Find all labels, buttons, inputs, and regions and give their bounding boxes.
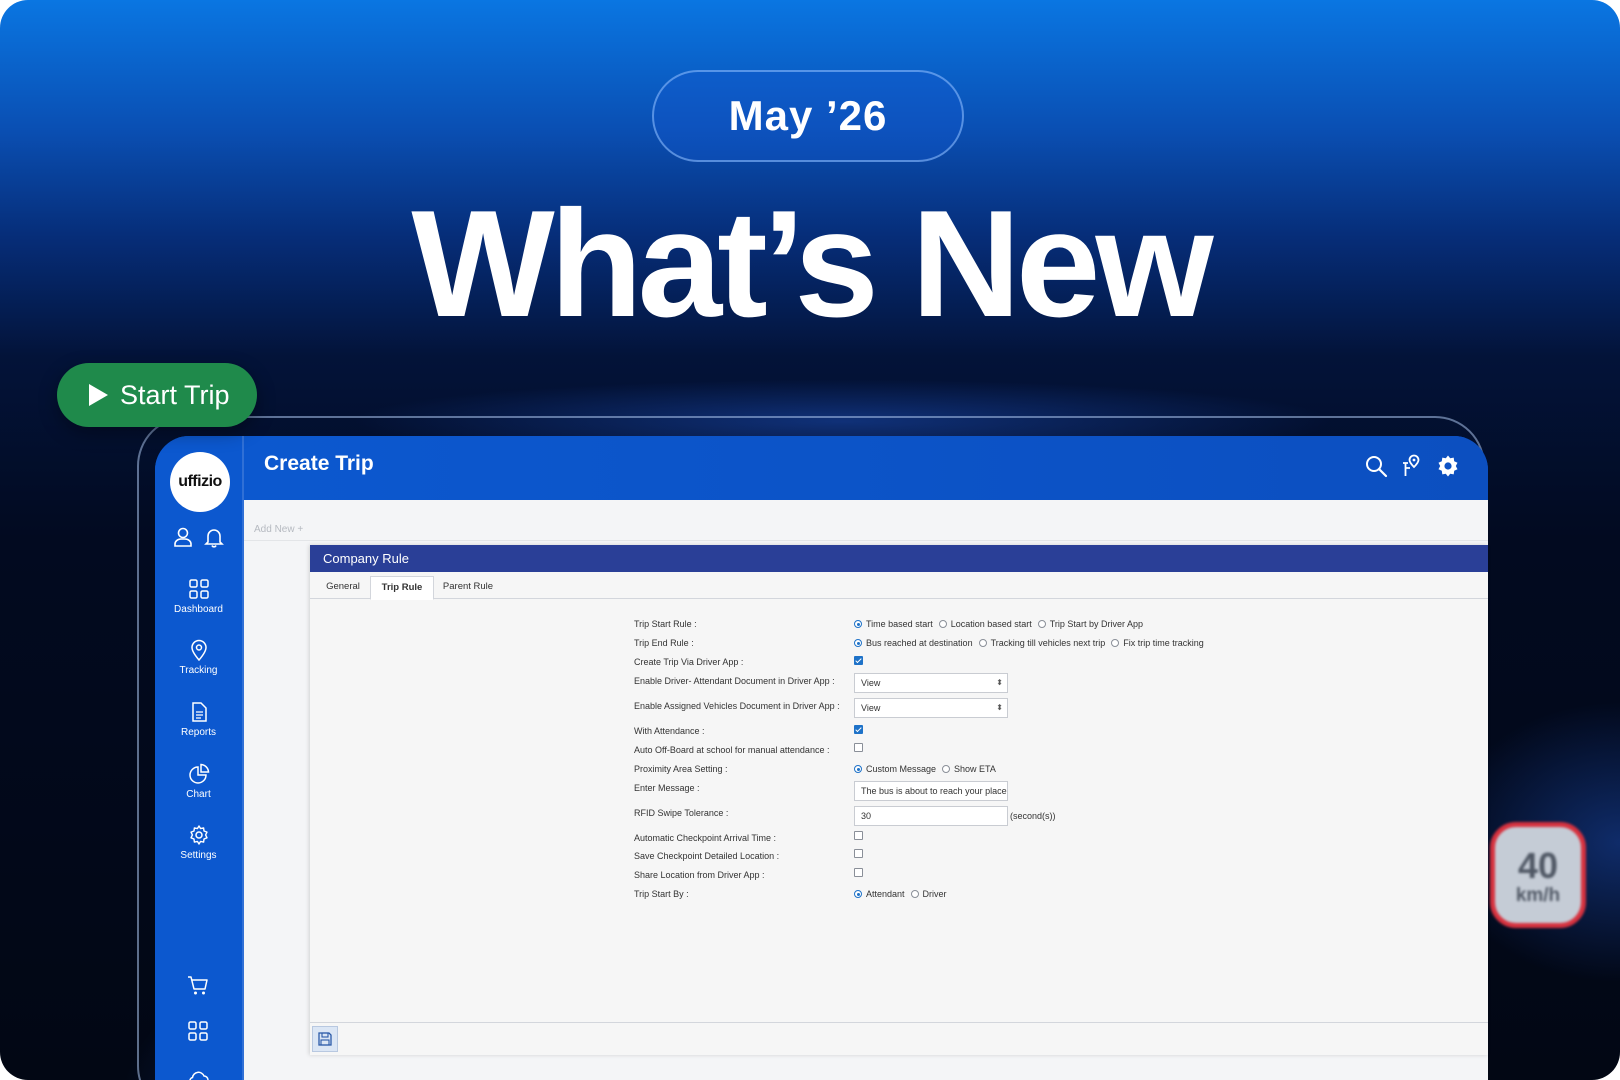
- radio-driver[interactable]: Driver: [910, 889, 947, 899]
- radio-fix-trip-time[interactable]: Fix trip time tracking: [1111, 638, 1204, 648]
- radio-attendant[interactable]: Attendant: [854, 889, 905, 899]
- auto-offboard-label: Auto Off-Board at school for manual atte…: [634, 745, 830, 755]
- trip-start-rule-label: Trip Start Rule :: [634, 619, 697, 629]
- share-location-label: Share Location from Driver App :: [634, 870, 765, 880]
- auto-offboard-checkbox[interactable]: [854, 743, 863, 752]
- radio-custom-message[interactable]: Custom Message: [854, 764, 936, 774]
- driver-attendant-doc-label: Enable Driver- Attendant Document in Dri…: [634, 676, 835, 686]
- page-title: Create Trip: [264, 452, 374, 475]
- tab-parent-rule[interactable]: Parent Rule: [436, 576, 500, 598]
- gear-icon: [189, 825, 208, 845]
- start-trip-label: Start Trip: [120, 379, 230, 410]
- save-button[interactable]: [312, 1026, 338, 1052]
- action-bar: [310, 1022, 1488, 1055]
- sidebar-item-label: Tracking: [179, 665, 218, 676]
- floppy-disk-icon: [318, 1032, 332, 1046]
- tab-trip-rule[interactable]: Trip Rule: [370, 576, 434, 600]
- assigned-vehicles-doc-label: Enable Assigned Vehicles Document in Dri…: [634, 701, 840, 711]
- sidebar-item-settings[interactable]: Settings: [155, 824, 242, 861]
- trip-end-rule-radios: Bus reached at destination Tracking till…: [854, 638, 1210, 648]
- proximity-area-label: Proximity Area Setting :: [634, 764, 728, 774]
- auto-checkpoint-label: Automatic Checkpoint Arrival Time :: [634, 833, 777, 843]
- trip-start-by-radios: Attendant Driver: [854, 889, 953, 899]
- grid-icon: [188, 579, 209, 599]
- driver-attendant-doc-select[interactable]: View: [854, 673, 1008, 693]
- search-icon[interactable]: [1364, 454, 1388, 478]
- sidebar-item-tracking[interactable]: Tracking: [155, 639, 242, 676]
- cart-icon[interactable]: [187, 974, 209, 996]
- rfid-tolerance-unit: (second(s)): [1010, 811, 1056, 821]
- headline: What’s New: [411, 179, 1213, 349]
- share-location-checkbox[interactable]: [854, 868, 863, 877]
- app-header: Create Trip: [244, 436, 1488, 500]
- save-checkpoint-checkbox[interactable]: [854, 849, 863, 858]
- radio-time-based-start[interactable]: Time based start: [854, 619, 933, 629]
- sidebar-item-label: Reports: [180, 727, 216, 738]
- app-logo[interactable]: uffizio: [170, 452, 230, 512]
- tab-bar: General Trip Rule Parent Rule: [310, 572, 1488, 600]
- trip-start-rule-radios: Time based start Location based start Tr…: [854, 619, 1149, 629]
- company-rule-panel: Company Rule General Trip Rule Parent Ru…: [310, 545, 1488, 1055]
- pie-chart-icon: [188, 763, 209, 784]
- speed-indicator: 40 km/h: [1490, 822, 1586, 928]
- start-trip-button[interactable]: Start Trip: [57, 363, 257, 427]
- play-icon: [89, 384, 108, 406]
- enter-message-label: Enter Message :: [634, 783, 700, 793]
- trip-start-by-label: Trip Start By :: [634, 889, 689, 899]
- sidebar-item-label: Dashboard: [174, 604, 223, 615]
- rfid-tolerance-label: RFID Swipe Tolerance :: [634, 808, 729, 818]
- speed-value: 40: [1517, 845, 1559, 886]
- save-checkpoint-label: Save Checkpoint Detailed Location :: [634, 851, 780, 861]
- create-trip-via-app-label: Create Trip Via Driver App :: [634, 657, 744, 667]
- proximity-area-radios: Custom Message Show ETA: [854, 764, 1002, 774]
- radio-bus-reached[interactable]: Bus reached at destination: [854, 638, 973, 648]
- sidebar-item-chart[interactable]: Chart: [155, 763, 242, 800]
- radio-tracking-till-next[interactable]: Tracking till vehicles next trip: [978, 638, 1105, 648]
- radio-show-eta[interactable]: Show ETA: [942, 764, 996, 774]
- with-attendance-label: With Attendance :: [634, 726, 705, 736]
- sidebar: uffizio Dashboard Tracking Reports Chart…: [155, 436, 244, 1080]
- rfid-tolerance-input[interactable]: 30: [854, 806, 1008, 826]
- radio-location-based-start[interactable]: Location based start: [938, 619, 1032, 629]
- speed-unit: km/h: [1515, 885, 1561, 906]
- create-trip-via-app-checkbox[interactable]: [854, 656, 863, 665]
- auto-checkpoint-checkbox[interactable]: [854, 831, 863, 840]
- apps-grid-icon[interactable]: [187, 1020, 209, 1042]
- gear-icon[interactable]: [1436, 454, 1460, 478]
- tab-general[interactable]: General: [316, 576, 370, 598]
- enter-message-input[interactable]: The bus is about to reach your place: [854, 781, 1008, 801]
- date-badge: May ’26: [652, 70, 964, 162]
- route-pin-icon[interactable]: [1400, 454, 1424, 478]
- document-icon: [191, 702, 207, 722]
- divider: [244, 540, 1488, 541]
- panel-title: Company Rule: [310, 545, 1488, 572]
- user-icon[interactable]: [172, 526, 194, 548]
- sidebar-item-reports[interactable]: Reports: [155, 701, 242, 738]
- radio-trip-start-driver-app[interactable]: Trip Start by Driver App: [1037, 619, 1143, 629]
- promo-banner: May ’26 What’s New Start Trip 40 km/h uf…: [0, 0, 1620, 1080]
- trip-end-rule-label: Trip End Rule :: [634, 638, 694, 648]
- sidebar-item-dashboard[interactable]: Dashboard: [155, 578, 242, 615]
- bell-icon[interactable]: [203, 526, 225, 548]
- cloud-icon[interactable]: [187, 1066, 209, 1080]
- sidebar-item-label: Chart: [186, 789, 211, 800]
- location-pin-icon: [190, 639, 207, 661]
- assigned-vehicles-doc-select[interactable]: View: [854, 698, 1008, 718]
- add-new-link[interactable]: Add New +: [254, 524, 303, 535]
- with-attendance-checkbox[interactable]: [854, 725, 863, 734]
- sidebar-item-label: Settings: [180, 850, 217, 861]
